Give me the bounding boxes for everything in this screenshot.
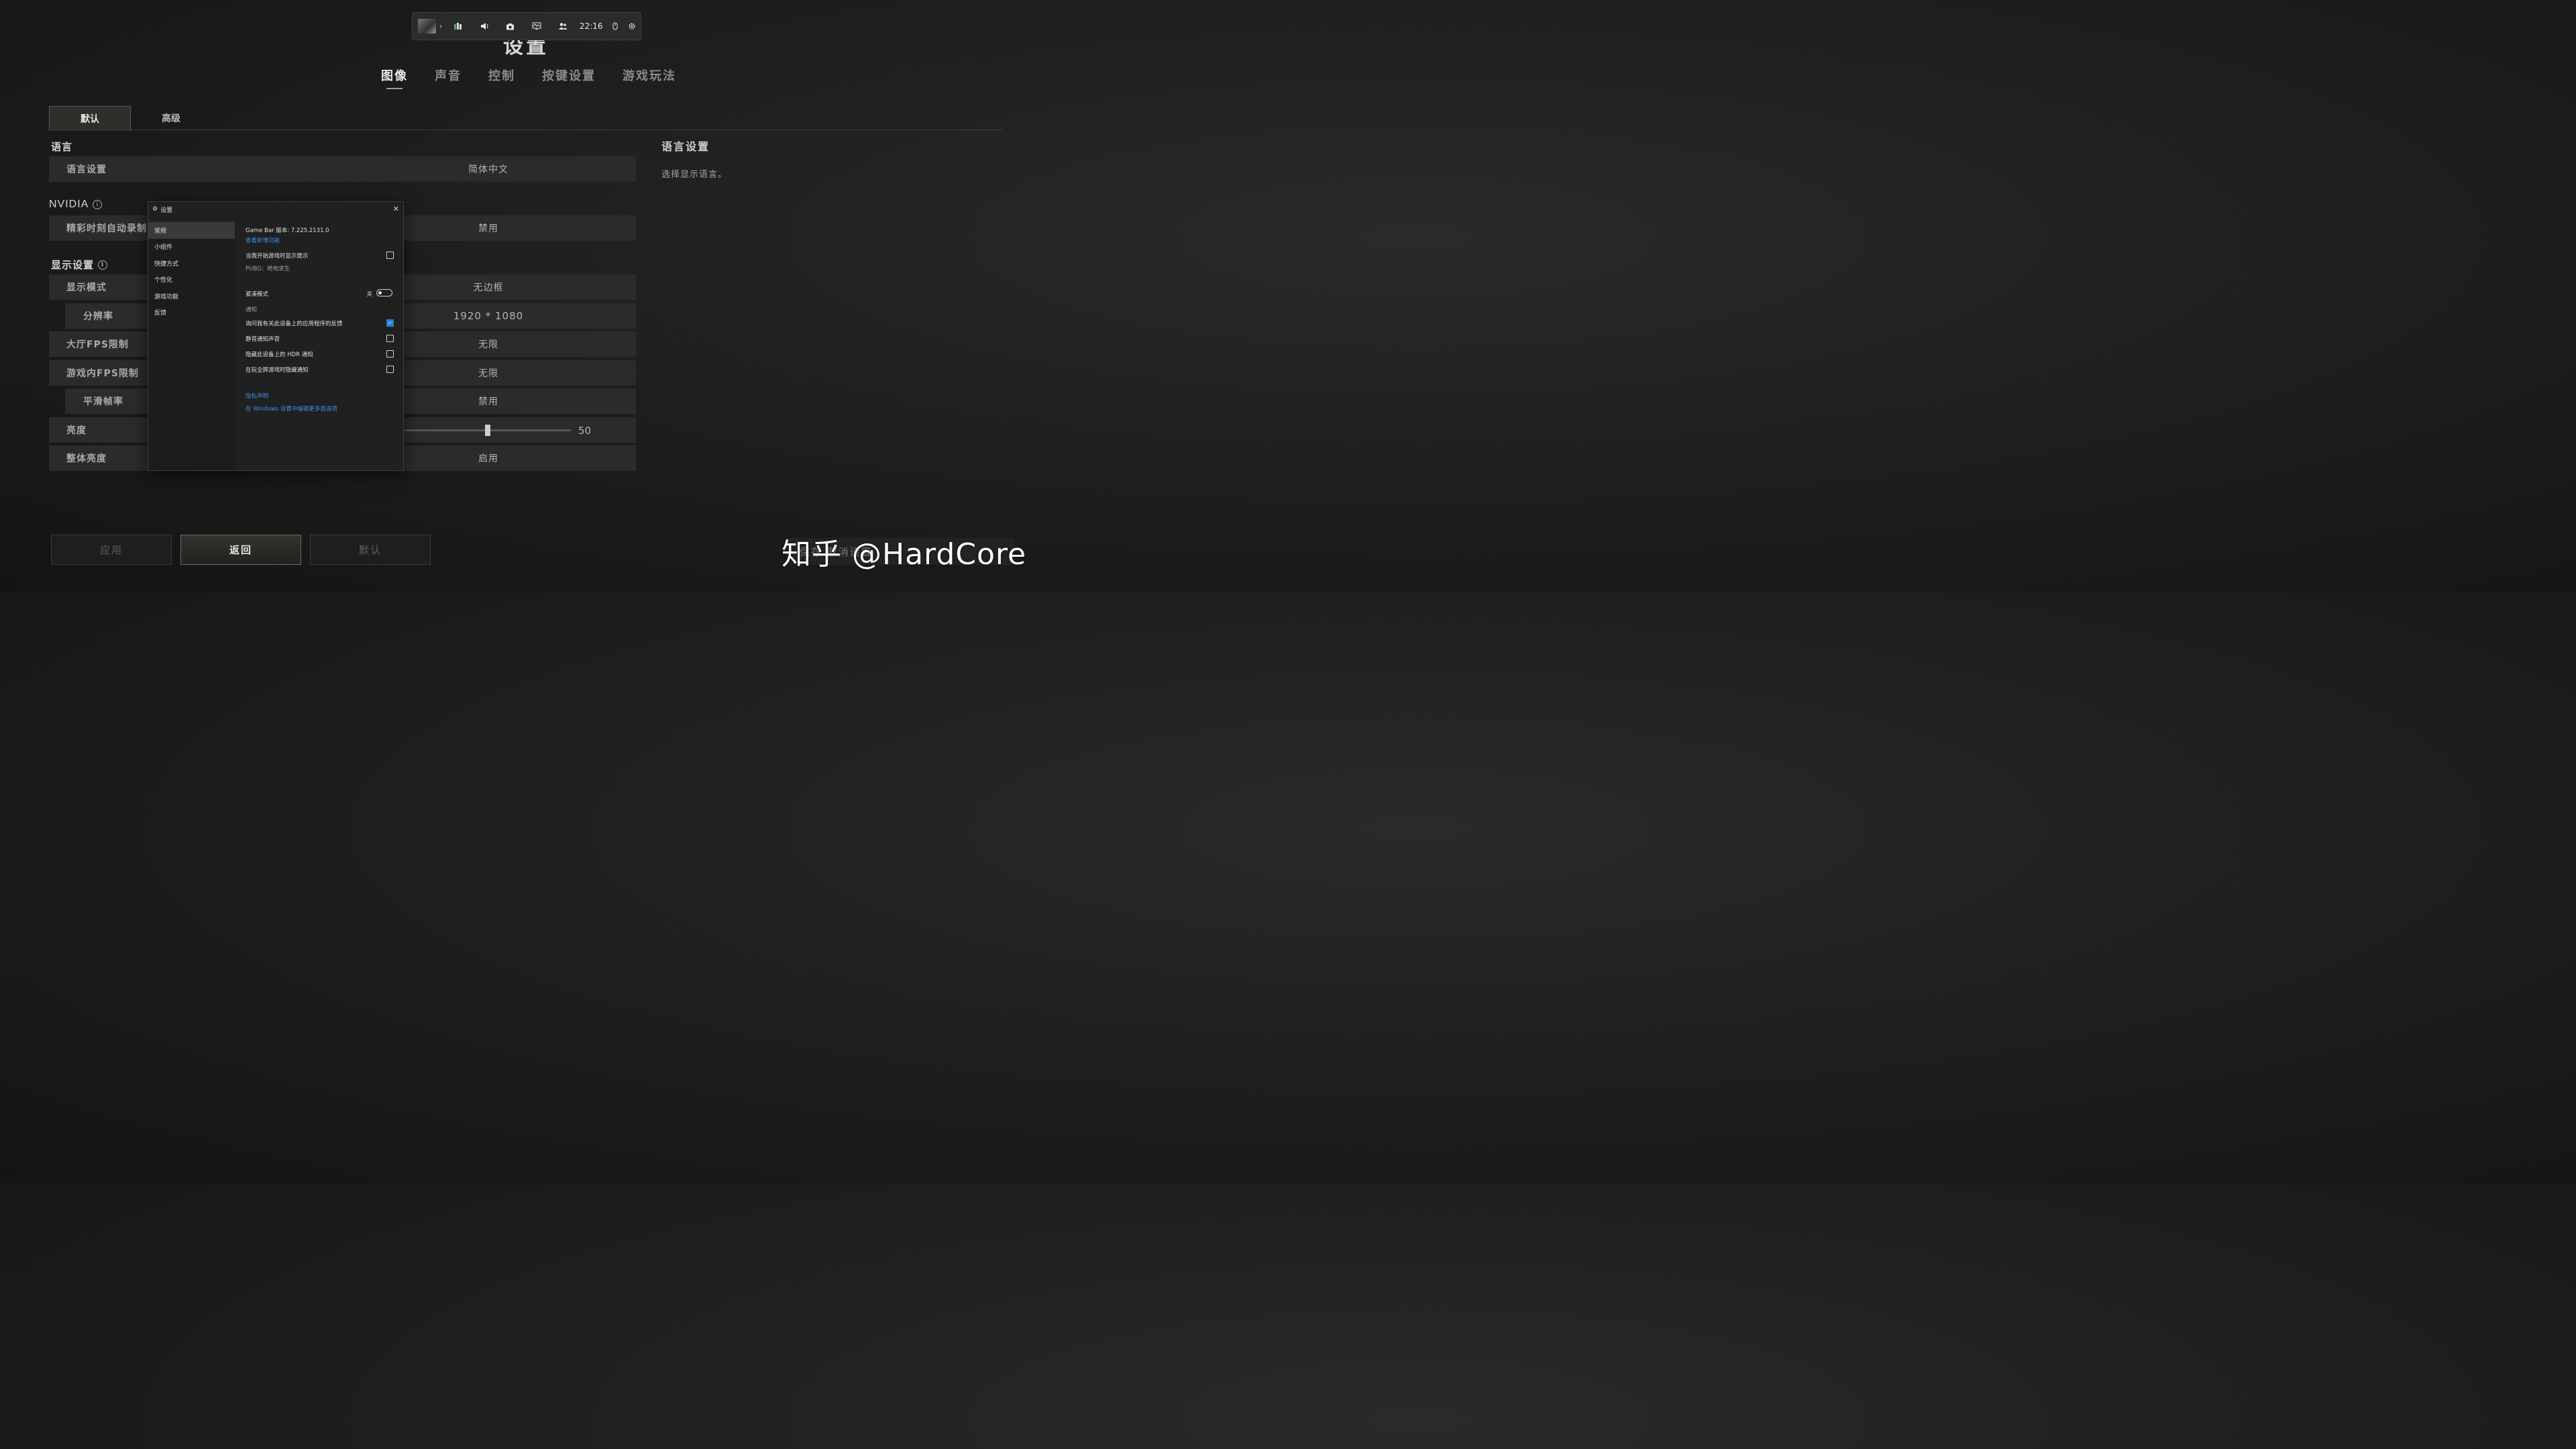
- section-display: 显示设置 i: [51, 258, 108, 272]
- section-language: 语言: [51, 140, 72, 154]
- dialog-content: Game Bar 版本: 7.225.2131.0 查看新增功能 当我开始游戏时…: [246, 222, 394, 470]
- overall-brightness-label: 整体亮度: [66, 453, 107, 464]
- language-setting-label: 语言设置: [66, 164, 107, 175]
- nav-feedback[interactable]: 反馈: [148, 305, 235, 321]
- resolution-label: 分辨率: [83, 311, 113, 322]
- subtab-divider: [49, 129, 1003, 130]
- close-icon[interactable]: ✕: [393, 205, 399, 213]
- info-icon[interactable]: i: [98, 260, 108, 270]
- subtab-advanced[interactable]: 高级: [131, 106, 211, 130]
- section-nvidia-label: NVIDIA: [49, 199, 89, 210]
- performance-icon[interactable]: [523, 13, 549, 40]
- section-nvidia: NVIDIA i: [49, 199, 103, 211]
- lobby-fps-label: 大厅FPS限制: [66, 339, 129, 350]
- smooth-frame-value[interactable]: 禁用: [402, 394, 574, 408]
- overall-brightness-value[interactable]: 启用: [402, 451, 574, 465]
- highlight-record-value[interactable]: 禁用: [402, 221, 574, 235]
- compact-mode-state: 关: [366, 291, 372, 298]
- apply-button[interactable]: 应用: [51, 535, 172, 565]
- notif-fullscreen-checkbox[interactable]: [386, 366, 394, 373]
- ingame-fps-label: 游戏内FPS限制: [66, 368, 139, 379]
- section-display-label: 显示设置: [51, 259, 95, 271]
- notif-hdr-checkbox[interactable]: [386, 350, 394, 358]
- game-bar: › 22:16: [412, 12, 641, 40]
- resolution-value[interactable]: 1920 * 1080: [402, 310, 574, 322]
- nav-widgets[interactable]: 小组件: [148, 239, 235, 256]
- chevron-right-icon[interactable]: ›: [436, 21, 445, 31]
- notifications-header: 通知: [246, 307, 258, 313]
- camera-icon[interactable]: [497, 13, 523, 40]
- volume-icon[interactable]: [472, 13, 498, 40]
- nav-shortcuts[interactable]: 快捷方式: [148, 255, 235, 272]
- display-mode-value[interactable]: 无边框: [402, 280, 574, 294]
- subtab-default[interactable]: 默认: [49, 106, 131, 131]
- nav-general[interactable]: 常规: [148, 222, 235, 239]
- lobby-fps-value[interactable]: 无限: [402, 337, 574, 351]
- game-name: PUBG：绝地求生: [246, 266, 290, 272]
- compact-mode-label: 紧凑模式: [246, 291, 269, 298]
- highlight-record-label: 精彩时刻自动录制: [66, 223, 147, 234]
- dialog-title: 设置: [160, 207, 173, 214]
- info-icon[interactable]: i: [93, 200, 103, 209]
- display-mode-label: 显示模式: [66, 282, 107, 293]
- notif-mute-checkbox[interactable]: [386, 335, 394, 342]
- whats-new-link[interactable]: 查看新增功能: [246, 236, 280, 244]
- gear-icon: ⚙: [152, 206, 158, 213]
- tab-image[interactable]: 图像: [381, 66, 408, 89]
- brightness-label: 亮度: [66, 425, 87, 436]
- settings-gear-icon[interactable]: [624, 13, 641, 40]
- version-text: Game Bar 版本: 7.225.2131.0: [246, 227, 329, 234]
- smooth-frame-label: 平滑帧率: [83, 396, 123, 407]
- clock-time: 22:16: [579, 21, 603, 31]
- info-panel-title: 语言设置: [661, 140, 710, 153]
- top-tabs: 图像 声音 控制 按键设置 游戏玩法: [381, 66, 676, 89]
- social-icon[interactable]: [549, 13, 576, 40]
- notif-mute-label: 静音通知声音: [246, 336, 280, 343]
- back-button[interactable]: 返回: [180, 535, 301, 565]
- tab-control[interactable]: 控制: [488, 66, 515, 89]
- notif-fullscreen-label: 在玩全屏游戏时隐藏通知: [246, 367, 309, 374]
- language-setting-value[interactable]: 简体中文: [402, 162, 574, 176]
- compact-mode-toggle[interactable]: [376, 289, 392, 297]
- tab-sound[interactable]: 声音: [435, 66, 462, 89]
- row-language-setting[interactable]: 语言设置 简体中文: [49, 156, 636, 182]
- dialog-nav: 常规 小组件 快捷方式 个性化 游戏功能 反馈: [148, 222, 235, 470]
- dialog-titlebar[interactable]: ⚙ 设置: [148, 202, 403, 217]
- show-tips-label: 当我开始游戏时显示提示: [246, 253, 309, 260]
- tab-gameplay[interactable]: 游戏玩法: [623, 66, 676, 89]
- nav-gaming-features[interactable]: 游戏功能: [148, 288, 235, 305]
- info-panel-description: 选择显示语言。: [661, 170, 728, 180]
- ingame-fps-value[interactable]: 无限: [402, 366, 574, 380]
- game-thumbnail[interactable]: [418, 19, 437, 34]
- notif-feedback-label: 询问我有关此设备上的应用程序的反馈: [246, 321, 343, 327]
- gamebar-settings-dialog: ⚙ 设置 ✕ 常规 小组件 快捷方式 个性化 游戏功能 反馈 Game Bar …: [148, 201, 404, 471]
- notif-feedback-checkbox[interactable]: ✓: [386, 319, 394, 327]
- reset-default-button[interactable]: 默认: [310, 535, 431, 565]
- privacy-link[interactable]: 隐私声明: [246, 392, 268, 400]
- tab-keybind[interactable]: 按键设置: [542, 66, 596, 89]
- brightness-value: 50: [578, 425, 592, 437]
- windows-settings-link[interactable]: 在 Windows 设置中编辑更多首选项: [246, 405, 337, 413]
- show-tips-checkbox[interactable]: [386, 252, 394, 259]
- notif-hdr-label: 隐藏此设备上的 HDR 通知: [246, 352, 313, 358]
- widget-store-icon[interactable]: [445, 13, 472, 40]
- watermark: 知乎 @HardCore: [782, 537, 1027, 572]
- nav-personalize[interactable]: 个性化: [148, 272, 235, 288]
- section-language-label: 语言: [51, 141, 73, 153]
- mouse-icon[interactable]: [607, 13, 624, 40]
- brightness-slider-thumb[interactable]: [485, 425, 490, 436]
